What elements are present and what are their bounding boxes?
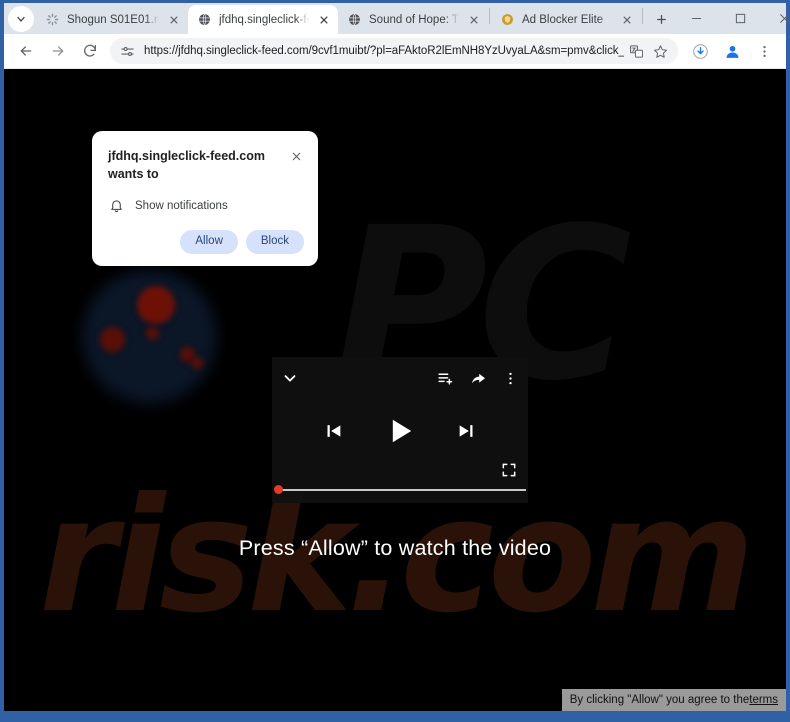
address-bar-url: https://jfdhq.singleclick-feed.com/9cvf1…: [144, 45, 624, 57]
terms-bar: By clicking "Allow" you agree to the ter…: [562, 689, 786, 711]
tab-sound-of-hope[interactable]: Sound of Hope: The Story: [338, 5, 488, 34]
page-headline: Press “Allow” to watch the video: [4, 536, 786, 561]
browser-window: Shogun S01E01.mp4 jfdhq.singleclick-feed…: [0, 0, 790, 722]
download-icon: [692, 43, 709, 60]
skip-next-icon[interactable]: [456, 421, 476, 441]
tab-ad-blocker-elite[interactable]: Ad Blocker Elite: [491, 5, 641, 34]
minimize-button[interactable]: [674, 3, 718, 34]
share-arrow-icon[interactable]: [470, 370, 487, 387]
download-button[interactable]: [686, 37, 714, 65]
shield-icon: [500, 12, 515, 27]
tab-close-button[interactable]: [315, 11, 332, 28]
account-avatar-icon: [724, 43, 741, 60]
reload-icon: [82, 43, 98, 59]
prompt-actions: Allow Block: [108, 230, 304, 254]
star-icon[interactable]: [649, 40, 671, 62]
fullscreen-icon: [501, 462, 517, 478]
notification-permission-prompt: jfdhq.singleclick-feed.com wants to Show…: [92, 131, 318, 266]
browser-toolbar: https://jfdhq.singleclick-feed.com/9cvf1…: [4, 34, 786, 69]
prompt-request-row: Show notifications: [108, 197, 304, 214]
tab-title: Sound of Hope: The Story: [369, 14, 459, 26]
tab-strip: Shogun S01E01.mp4 jfdhq.singleclick-feed…: [4, 3, 786, 34]
allow-button[interactable]: Allow: [180, 230, 237, 254]
page-viewport: PC risk.com: [4, 69, 786, 711]
terms-link[interactable]: terms: [749, 694, 778, 706]
video-progress-bar[interactable]: [274, 488, 526, 491]
bell-icon: [108, 197, 125, 214]
chevron-down-icon[interactable]: [281, 369, 299, 387]
maximize-button[interactable]: [718, 3, 762, 34]
omnibox-actions: [624, 40, 672, 62]
close-window-button[interactable]: [762, 3, 790, 34]
arrow-right-icon: [50, 43, 66, 59]
tab-search-button[interactable]: [8, 6, 34, 32]
block-button[interactable]: Block: [246, 230, 304, 254]
arrow-left-icon: [18, 43, 34, 59]
progress-handle[interactable]: [274, 485, 283, 494]
three-dot-menu-icon: [757, 44, 772, 59]
translate-icon[interactable]: [625, 40, 647, 62]
globe-icon: [347, 12, 362, 27]
fullscreen-button[interactable]: [501, 462, 517, 478]
tab-title: jfdhq.singleclick-feed.com/: [219, 14, 309, 26]
address-bar[interactable]: https://jfdhq.singleclick-feed.com/9cvf1…: [110, 38, 678, 64]
player-top-bar: [272, 357, 528, 399]
tab-divider: [642, 8, 643, 24]
background-dot: [146, 327, 159, 340]
tab-title: Shogun S01E01.mp4: [67, 14, 159, 26]
close-icon[interactable]: [288, 148, 304, 164]
tab-jfdhq-singleclick-feed[interactable]: jfdhq.singleclick-feed.com/: [188, 5, 338, 34]
three-dot-menu-icon[interactable]: [503, 371, 518, 386]
back-button[interactable]: [12, 37, 40, 65]
chevron-down-icon: [15, 13, 27, 25]
window-controls: [674, 3, 790, 34]
tab-close-button[interactable]: [465, 11, 482, 28]
player-transport-controls: [272, 405, 528, 457]
play-icon[interactable]: [384, 415, 416, 447]
tab-close-button[interactable]: [618, 11, 635, 28]
tab-close-button[interactable]: [165, 11, 182, 28]
prompt-header: jfdhq.singleclick-feed.com wants to: [108, 147, 304, 183]
browser-menu-button[interactable]: [750, 37, 778, 65]
new-tab-button[interactable]: [648, 6, 674, 32]
skip-previous-icon[interactable]: [324, 421, 344, 441]
tab-shogun[interactable]: Shogun S01E01.mp4: [36, 5, 188, 34]
tab-title: Ad Blocker Elite: [522, 14, 612, 26]
prompt-title: jfdhq.singleclick-feed.com wants to: [108, 147, 288, 183]
tab-divider: [489, 8, 490, 24]
globe-icon: [197, 12, 212, 27]
loading-spinner-icon: [45, 12, 60, 27]
prompt-request-label: Show notifications: [135, 200, 228, 212]
forward-button[interactable]: [44, 37, 72, 65]
background-dot: [191, 357, 203, 369]
reload-button[interactable]: [76, 37, 104, 65]
terms-text: By clicking "Allow" you agree to the: [570, 694, 749, 706]
tune-icon[interactable]: [118, 42, 136, 60]
playlist-add-icon[interactable]: [437, 370, 454, 387]
profile-button[interactable]: [718, 37, 746, 65]
player-top-actions: [437, 370, 518, 387]
background-dot: [137, 286, 175, 324]
video-player[interactable]: [272, 357, 528, 503]
background-dot: [100, 327, 125, 352]
progress-track: [276, 489, 526, 491]
